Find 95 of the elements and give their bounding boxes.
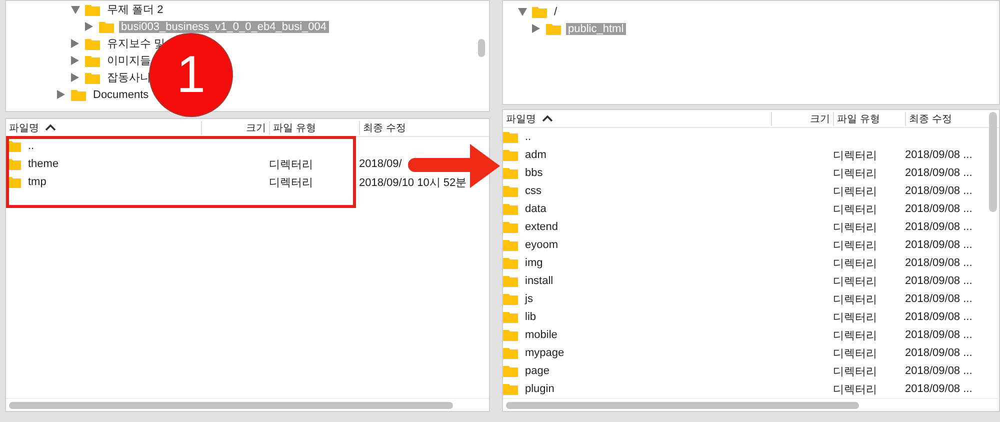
folder-icon xyxy=(85,72,100,84)
sort-ascending-icon[interactable] xyxy=(542,115,553,122)
file-type: 디렉터리 xyxy=(833,148,878,162)
tree-item[interactable]: Documents xyxy=(91,88,151,100)
file-type: 디렉터리 xyxy=(833,220,878,234)
folder-icon xyxy=(503,365,518,377)
column-header[interactable]: 파일 유형 xyxy=(269,120,359,134)
scrollbar-thumb[interactable] xyxy=(506,402,859,408)
folder-icon xyxy=(503,149,518,161)
modified-date: 2018/09/08 ... xyxy=(905,347,974,359)
modified-date: 2018/09/ xyxy=(359,158,403,170)
file-name[interactable]: data xyxy=(525,203,546,215)
folder-icon xyxy=(503,311,518,323)
column-header[interactable]: 파일 유형 xyxy=(833,112,905,126)
folder-icon xyxy=(503,239,518,251)
modified-date: 2018/09/08 ... xyxy=(905,167,974,179)
file-type: 디렉터리 xyxy=(833,382,878,396)
modified-date: 2018/09/08 ... xyxy=(905,329,974,341)
tree-item[interactable]: 무제 폴더 2 xyxy=(105,2,166,17)
folder-icon xyxy=(85,38,100,50)
file-name[interactable]: .. xyxy=(28,140,34,152)
modified-date: 2018/09/08 ... xyxy=(905,149,974,161)
file-name[interactable]: mobile xyxy=(525,329,558,341)
file-type: 디렉터리 xyxy=(833,238,878,252)
folder-icon xyxy=(503,131,518,143)
file-name[interactable]: .. xyxy=(525,131,532,143)
file-type: 디렉터리 xyxy=(269,176,314,190)
file-type: 디렉터리 xyxy=(833,274,878,288)
file-name[interactable]: install xyxy=(525,275,554,287)
file-name[interactable]: theme xyxy=(28,158,59,170)
file-type: 디렉터리 xyxy=(269,158,314,172)
folder-icon xyxy=(503,275,518,287)
file-type: 디렉터리 xyxy=(833,256,878,270)
folder-icon xyxy=(503,185,518,197)
expanded-arrow-icon[interactable] xyxy=(70,6,80,14)
modified-date: 2018/09/08 ... xyxy=(905,221,974,233)
scrollbar-thumb[interactable] xyxy=(478,39,485,57)
modified-date: 2018/09/08 ... xyxy=(905,311,974,323)
folder-icon xyxy=(503,203,518,215)
modified-date: 2018/09/08 ... xyxy=(905,275,974,287)
file-type: 디렉터리 xyxy=(833,364,878,378)
scrollbar-thumb[interactable] xyxy=(989,112,997,212)
folder-icon xyxy=(503,347,518,359)
column-header[interactable]: 크기 xyxy=(771,112,833,126)
column-header[interactable]: 파일명 xyxy=(6,120,201,134)
modified-date: 2018/09/10 10시 52분 xyxy=(359,176,468,190)
tree-item[interactable]: 이미지들 xyxy=(105,53,153,68)
column-header[interactable]: 파일명 xyxy=(503,112,771,126)
folder-icon xyxy=(503,293,518,305)
file-name[interactable]: img xyxy=(525,257,543,269)
modified-date: 2018/09/08 ... xyxy=(905,239,974,251)
file-name[interactable]: adm xyxy=(525,149,546,161)
folder-icon xyxy=(85,54,100,66)
folder-icon xyxy=(503,329,518,341)
folder-icon xyxy=(503,221,518,233)
modified-date: 2018/09/08 ... xyxy=(905,365,974,377)
folder-icon xyxy=(503,167,518,179)
tree-item[interactable]: 잡동사니 xyxy=(105,70,153,85)
expanded-arrow-icon[interactable] xyxy=(518,8,526,16)
file-name[interactable]: css xyxy=(525,185,542,197)
modified-date: 2018/09/08 ... xyxy=(905,203,974,215)
modified-date: 2018/09/08 ... xyxy=(905,383,974,395)
tree-item[interactable]: / xyxy=(552,6,560,18)
file-type: 디렉터리 xyxy=(833,184,878,198)
file-type: 디렉터리 xyxy=(833,328,878,342)
file-type: 디렉터리 xyxy=(833,202,878,216)
file-type: 디렉터리 xyxy=(833,346,878,360)
file-name[interactable]: eyoom xyxy=(525,239,558,251)
collapsed-arrow-icon[interactable] xyxy=(532,24,540,33)
sort-ascending-icon[interactable] xyxy=(45,124,56,131)
folder-icon xyxy=(503,383,518,395)
file-name[interactable]: page xyxy=(525,365,550,377)
file-name[interactable]: extend xyxy=(525,221,558,233)
column-header[interactable]: 크기 xyxy=(201,120,269,134)
folder-icon xyxy=(532,6,547,18)
folder-icon xyxy=(503,257,518,269)
file-type: 디렉터리 xyxy=(833,310,878,324)
column-header[interactable]: 최종 수정 xyxy=(359,120,489,134)
file-type: 디렉터리 xyxy=(833,166,878,180)
file-type: 디렉터리 xyxy=(833,292,878,306)
modified-date: 2018/09/08 ... xyxy=(905,185,974,197)
modified-date: 2018/09/08 ... xyxy=(905,293,974,305)
file-name[interactable]: js xyxy=(525,293,533,305)
file-name[interactable]: bbs xyxy=(525,167,543,179)
column-header[interactable]: 최종 수정 xyxy=(905,112,985,126)
scrollbar-thumb[interactable] xyxy=(9,402,453,408)
file-name[interactable]: mypage xyxy=(525,347,564,359)
folder-icon xyxy=(71,88,86,100)
file-name[interactable]: plugin xyxy=(525,383,554,395)
modified-date: 2018/09/08 ... xyxy=(905,257,974,269)
folder-icon xyxy=(546,22,561,34)
folder-icon xyxy=(99,20,114,32)
folder-icon xyxy=(85,4,100,16)
file-name[interactable]: tmp xyxy=(28,176,46,188)
file-name[interactable]: lib xyxy=(525,311,536,323)
